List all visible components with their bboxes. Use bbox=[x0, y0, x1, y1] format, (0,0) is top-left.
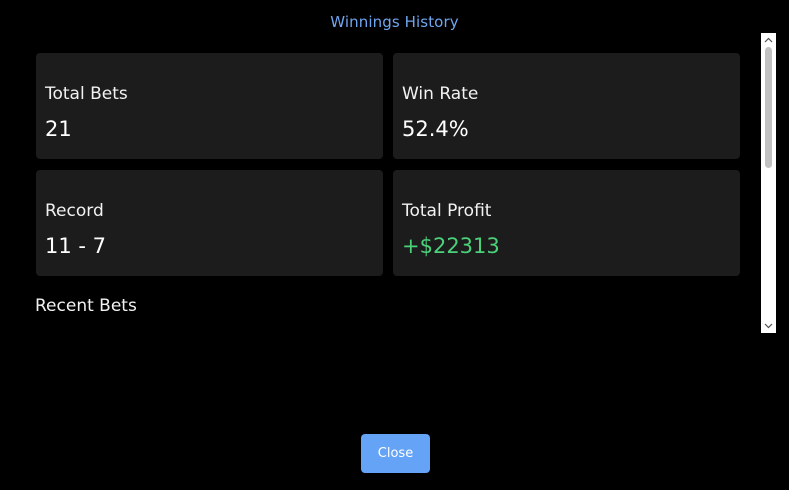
modal-title: Winnings History bbox=[330, 13, 459, 31]
win-rate-label: Win Rate bbox=[402, 84, 479, 104]
chevron-down-icon bbox=[764, 323, 773, 329]
win-rate-value: 52.4% bbox=[402, 117, 469, 141]
total-profit-label: Total Profit bbox=[402, 201, 492, 221]
total-profit-card: Total Profit +$22313 bbox=[393, 170, 740, 276]
scrollbar-thumb[interactable] bbox=[765, 47, 772, 168]
record-card: Record 11 - 7 bbox=[36, 170, 383, 276]
total-profit-value: +$22313 bbox=[402, 234, 500, 258]
modal-scroll-area[interactable]: Total Bets 21 Win Rate 52.4% Record 11 -… bbox=[0, 33, 776, 333]
chevron-up-icon bbox=[764, 37, 773, 43]
recent-bets-heading: Recent Bets bbox=[35, 296, 137, 316]
total-bets-value: 21 bbox=[45, 117, 72, 141]
close-button[interactable]: Close bbox=[361, 434, 430, 473]
scroll-down-button[interactable] bbox=[761, 320, 776, 332]
scroll-up-button[interactable] bbox=[761, 34, 776, 46]
record-label: Record bbox=[45, 201, 104, 221]
vertical-scrollbar[interactable] bbox=[761, 33, 776, 333]
record-value: 11 - 7 bbox=[45, 234, 107, 258]
winnings-history-modal: Winnings History Total Bets 21 Win Rate … bbox=[0, 0, 789, 490]
total-bets-label: Total Bets bbox=[45, 84, 128, 104]
win-rate-card: Win Rate 52.4% bbox=[393, 53, 740, 159]
total-bets-card: Total Bets 21 bbox=[36, 53, 383, 159]
